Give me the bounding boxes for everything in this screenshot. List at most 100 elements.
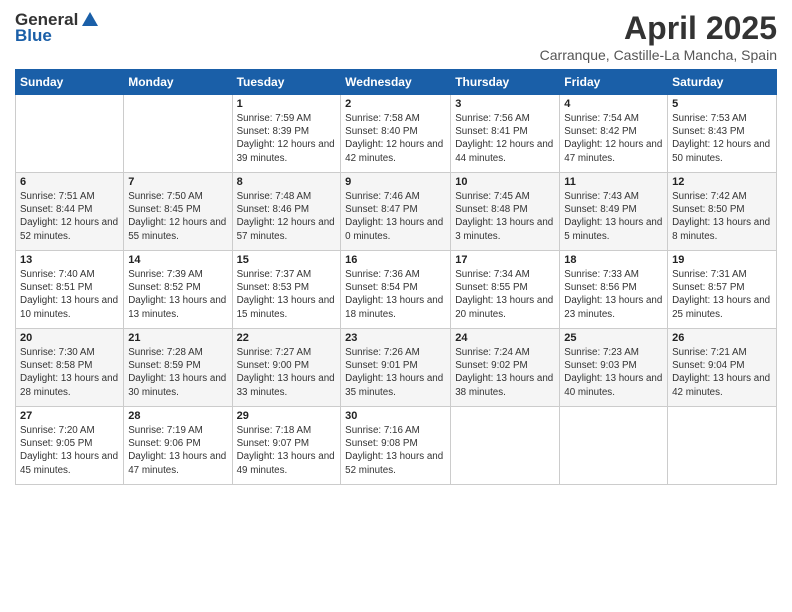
calendar-cell: 15 Sunrise: 7:37 AM Sunset: 8:53 PM Dayli… [232, 251, 341, 329]
day-number: 10 [455, 176, 555, 188]
day-number: 16 [345, 254, 446, 266]
day-info: Sunrise: 7:23 AM Sunset: 9:03 PM Dayligh… [564, 346, 663, 399]
day-number: 28 [128, 410, 227, 422]
day-info: Sunrise: 7:37 AM Sunset: 8:53 PM Dayligh… [237, 268, 337, 321]
calendar-cell: 10 Sunrise: 7:45 AM Sunset: 8:48 PM Dayli… [451, 173, 560, 251]
day-number: 14 [128, 254, 227, 266]
day-info: Sunrise: 7:51 AM Sunset: 8:44 PM Dayligh… [20, 190, 119, 243]
day-info: Sunrise: 7:42 AM Sunset: 8:50 PM Dayligh… [672, 190, 772, 243]
col-thursday: Thursday [451, 70, 560, 95]
day-info: Sunrise: 7:56 AM Sunset: 8:41 PM Dayligh… [455, 112, 555, 165]
calendar-cell: 17 Sunrise: 7:34 AM Sunset: 8:55 PM Dayli… [451, 251, 560, 329]
day-info: Sunrise: 7:30 AM Sunset: 8:58 PM Dayligh… [20, 346, 119, 399]
day-number: 2 [345, 98, 446, 110]
day-info: Sunrise: 7:50 AM Sunset: 8:45 PM Dayligh… [128, 190, 227, 243]
day-info: Sunrise: 7:21 AM Sunset: 9:04 PM Dayligh… [672, 346, 772, 399]
calendar-week-row: 6 Sunrise: 7:51 AM Sunset: 8:44 PM Daylig… [16, 173, 777, 251]
day-info: Sunrise: 7:24 AM Sunset: 9:02 PM Dayligh… [455, 346, 555, 399]
day-info: Sunrise: 7:53 AM Sunset: 8:43 PM Dayligh… [672, 112, 772, 165]
day-info: Sunrise: 7:40 AM Sunset: 8:51 PM Dayligh… [20, 268, 119, 321]
subtitle: Carranque, Castille-La Mancha, Spain [540, 47, 777, 63]
day-number: 21 [128, 332, 227, 344]
page: General Blue April 2025 Carranque, Casti… [0, 0, 792, 612]
day-info: Sunrise: 7:33 AM Sunset: 8:56 PM Dayligh… [564, 268, 663, 321]
calendar-cell: 3 Sunrise: 7:56 AM Sunset: 8:41 PM Daylig… [451, 95, 560, 173]
calendar-cell: 27 Sunrise: 7:20 AM Sunset: 9:05 PM Dayli… [16, 407, 124, 485]
day-info: Sunrise: 7:27 AM Sunset: 9:00 PM Dayligh… [237, 346, 337, 399]
calendar-header-row: Sunday Monday Tuesday Wednesday Thursday… [16, 70, 777, 95]
day-number: 8 [237, 176, 337, 188]
day-number: 18 [564, 254, 663, 266]
header: General Blue April 2025 Carranque, Casti… [15, 10, 777, 63]
day-number: 17 [455, 254, 555, 266]
calendar-cell: 16 Sunrise: 7:36 AM Sunset: 8:54 PM Dayli… [341, 251, 451, 329]
day-info: Sunrise: 7:28 AM Sunset: 8:59 PM Dayligh… [128, 346, 227, 399]
calendar-cell [124, 95, 232, 173]
col-sunday: Sunday [16, 70, 124, 95]
calendar-cell: 1 Sunrise: 7:59 AM Sunset: 8:39 PM Daylig… [232, 95, 341, 173]
day-number: 19 [672, 254, 772, 266]
day-number: 1 [237, 98, 337, 110]
calendar-cell: 4 Sunrise: 7:54 AM Sunset: 8:42 PM Daylig… [560, 95, 668, 173]
day-number: 4 [564, 98, 663, 110]
day-number: 20 [20, 332, 119, 344]
day-info: Sunrise: 7:54 AM Sunset: 8:42 PM Dayligh… [564, 112, 663, 165]
col-friday: Friday [560, 70, 668, 95]
day-info: Sunrise: 7:16 AM Sunset: 9:08 PM Dayligh… [345, 424, 446, 477]
day-number: 15 [237, 254, 337, 266]
day-info: Sunrise: 7:31 AM Sunset: 8:57 PM Dayligh… [672, 268, 772, 321]
calendar-week-row: 20 Sunrise: 7:30 AM Sunset: 8:58 PM Dayli… [16, 329, 777, 407]
day-info: Sunrise: 7:45 AM Sunset: 8:48 PM Dayligh… [455, 190, 555, 243]
day-info: Sunrise: 7:46 AM Sunset: 8:47 PM Dayligh… [345, 190, 446, 243]
day-info: Sunrise: 7:19 AM Sunset: 9:06 PM Dayligh… [128, 424, 227, 477]
calendar-cell: 26 Sunrise: 7:21 AM Sunset: 9:04 PM Dayli… [668, 329, 777, 407]
day-number: 26 [672, 332, 772, 344]
day-number: 25 [564, 332, 663, 344]
day-number: 6 [20, 176, 119, 188]
calendar-cell: 22 Sunrise: 7:27 AM Sunset: 9:00 PM Dayli… [232, 329, 341, 407]
calendar-cell: 28 Sunrise: 7:19 AM Sunset: 9:06 PM Dayli… [124, 407, 232, 485]
day-number: 7 [128, 176, 227, 188]
calendar-cell: 12Sunrise: 7:42 AM Sunset: 8:50 PM Dayli… [668, 173, 777, 251]
day-info: Sunrise: 7:58 AM Sunset: 8:40 PM Dayligh… [345, 112, 446, 165]
calendar-cell: 18 Sunrise: 7:33 AM Sunset: 8:56 PM Dayli… [560, 251, 668, 329]
calendar-cell: 21 Sunrise: 7:28 AM Sunset: 8:59 PM Dayli… [124, 329, 232, 407]
calendar-cell: 20 Sunrise: 7:30 AM Sunset: 8:58 PM Dayli… [16, 329, 124, 407]
day-info: Sunrise: 7:34 AM Sunset: 8:55 PM Dayligh… [455, 268, 555, 321]
col-wednesday: Wednesday [341, 70, 451, 95]
logo: General Blue [15, 10, 98, 46]
calendar-cell: 25 Sunrise: 7:23 AM Sunset: 9:03 PM Dayli… [560, 329, 668, 407]
calendar-cell: 11 Sunrise: 7:43 AM Sunset: 8:49 PM Dayli… [560, 173, 668, 251]
calendar-week-row: 1 Sunrise: 7:59 AM Sunset: 8:39 PM Daylig… [16, 95, 777, 173]
main-title: April 2025 [540, 10, 777, 47]
day-number: 29 [237, 410, 337, 422]
calendar-cell: 8Sunrise: 7:48 AM Sunset: 8:46 PM Daylig… [232, 173, 341, 251]
calendar-cell: 7 Sunrise: 7:50 AM Sunset: 8:45 PM Daylig… [124, 173, 232, 251]
day-number: 5 [672, 98, 772, 110]
calendar-cell: 9 Sunrise: 7:46 AM Sunset: 8:47 PM Daylig… [341, 173, 451, 251]
calendar-cell: 29Sunrise: 7:18 AM Sunset: 9:07 PM Dayli… [232, 407, 341, 485]
day-info: Sunrise: 7:39 AM Sunset: 8:52 PM Dayligh… [128, 268, 227, 321]
day-info: Sunrise: 7:43 AM Sunset: 8:49 PM Dayligh… [564, 190, 663, 243]
day-info: Sunrise: 7:20 AM Sunset: 9:05 PM Dayligh… [20, 424, 119, 477]
calendar-cell: 5 Sunrise: 7:53 AM Sunset: 8:43 PM Daylig… [668, 95, 777, 173]
day-info: Sunrise: 7:36 AM Sunset: 8:54 PM Dayligh… [345, 268, 446, 321]
calendar-cell: 23Sunrise: 7:26 AM Sunset: 9:01 PM Dayli… [341, 329, 451, 407]
day-number: 30 [345, 410, 446, 422]
calendar-week-row: 27 Sunrise: 7:20 AM Sunset: 9:05 PM Dayli… [16, 407, 777, 485]
col-saturday: Saturday [668, 70, 777, 95]
day-number: 13 [20, 254, 119, 266]
calendar-cell [451, 407, 560, 485]
day-number: 27 [20, 410, 119, 422]
calendar-cell: 14 Sunrise: 7:39 AM Sunset: 8:52 PM Dayli… [124, 251, 232, 329]
title-block: April 2025 Carranque, Castille-La Mancha… [540, 10, 777, 63]
day-number: 22 [237, 332, 337, 344]
calendar-cell: 13 Sunrise: 7:40 AM Sunset: 8:51 PM Dayli… [16, 251, 124, 329]
calendar-cell: 6 Sunrise: 7:51 AM Sunset: 8:44 PM Daylig… [16, 173, 124, 251]
day-number: 3 [455, 98, 555, 110]
calendar-cell: 19 Sunrise: 7:31 AM Sunset: 8:57 PM Dayli… [668, 251, 777, 329]
day-number: 9 [345, 176, 446, 188]
day-info: Sunrise: 7:59 AM Sunset: 8:39 PM Dayligh… [237, 112, 337, 165]
calendar-cell [560, 407, 668, 485]
day-number: 11 [564, 176, 663, 188]
